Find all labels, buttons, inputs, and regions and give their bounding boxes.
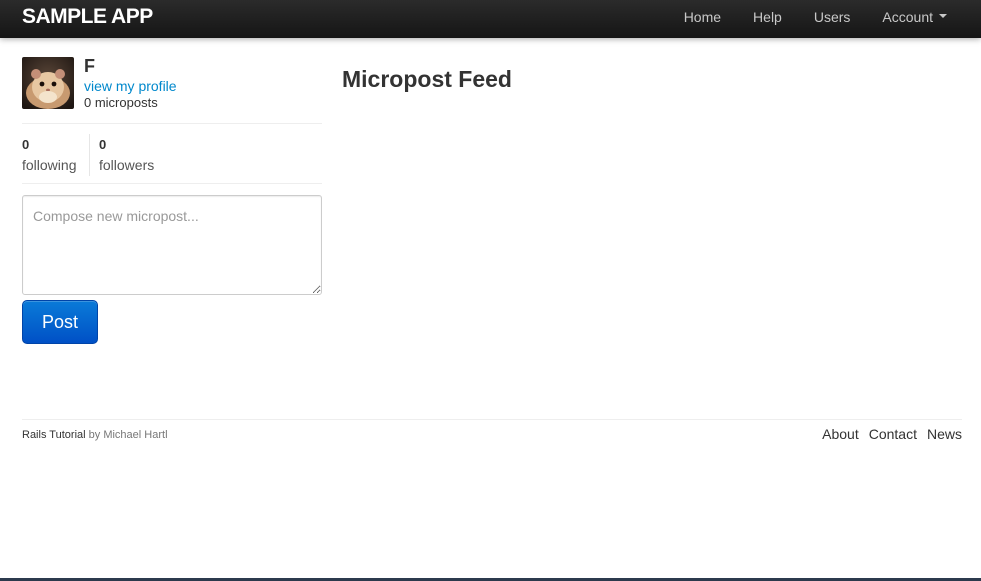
footer-nav: About Contact News	[822, 426, 962, 442]
footer-about-link[interactable]: About	[822, 426, 859, 442]
nav-account-dropdown[interactable]: Account	[866, 0, 981, 38]
rails-tutorial-link[interactable]: Rails Tutorial	[22, 429, 86, 441]
brand-logo[interactable]: SAMPLE APP	[22, 5, 153, 29]
followers-label: followers	[99, 157, 155, 173]
followers-count: 0	[99, 137, 107, 152]
account-label: Account	[882, 9, 933, 25]
caret-down-icon	[939, 14, 947, 19]
navbar: SAMPLE APP Home Help Users Account	[0, 0, 981, 38]
feed-title: Micropost Feed	[342, 66, 512, 92]
post-button[interactable]: Post	[22, 300, 98, 344]
main-nav: Home Help Users Account	[668, 0, 981, 38]
footer-divider	[22, 419, 962, 420]
footer-credit: Rails Tutorial by Michael Hartl	[22, 429, 168, 441]
footer-contact-link[interactable]: Contact	[869, 426, 917, 442]
hamster-avatar-image	[22, 57, 74, 109]
view-profile-link[interactable]: view my profile	[84, 78, 177, 94]
nav-users-link[interactable]: Users	[798, 0, 867, 38]
footer-news-link[interactable]: News	[927, 426, 962, 442]
stats-divider	[89, 134, 90, 176]
credit-by-text: by	[88, 429, 101, 441]
following-stat[interactable]: 0 following	[22, 137, 76, 174]
divider	[22, 183, 322, 184]
nav-help-link[interactable]: Help	[737, 0, 798, 38]
nav-home-link[interactable]: Home	[668, 0, 737, 38]
divider	[22, 123, 322, 124]
user-avatar[interactable]	[22, 57, 74, 109]
compose-micropost-input[interactable]	[22, 195, 322, 295]
following-count: 0	[22, 137, 30, 152]
followers-stat[interactable]: 0 followers	[99, 137, 154, 174]
following-label: following	[22, 157, 77, 173]
user-name: F	[84, 56, 95, 76]
microposts-count: 0 microposts	[84, 95, 158, 110]
author-link[interactable]: Michael Hartl	[103, 429, 167, 441]
